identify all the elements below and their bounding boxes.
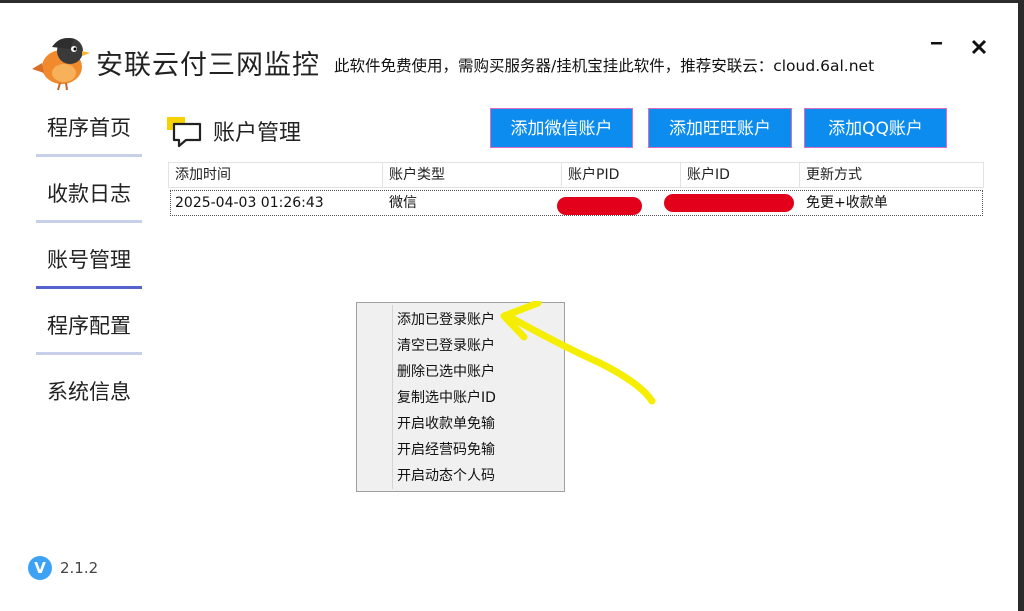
menu-gutter (392, 305, 393, 489)
chat-bubble-icon (167, 117, 202, 148)
sidebar-item-label: 程序配置 (47, 314, 131, 338)
sidebar-item-label: 账号管理 (47, 248, 131, 272)
add-wangwang-account-button[interactable]: 添加旺旺账户 (648, 108, 792, 148)
redaction-mark-pid (557, 197, 642, 215)
table-row[interactable]: 2025-04-03 01:26:43 微信 免更+收款单 (170, 190, 983, 216)
redaction-mark-id (664, 194, 794, 212)
cell-account-type: 微信 (389, 195, 417, 211)
column-header-account-pid[interactable]: 账户PID (562, 163, 681, 187)
sidebar-item-underline (36, 154, 142, 157)
sidebar-item-underline (36, 286, 142, 289)
menu-item-enable-receipt-no-input[interactable]: 开启收款单免输 (397, 412, 557, 436)
column-header-account-id[interactable]: 账户ID (681, 163, 800, 187)
version-badge-icon: V (28, 556, 52, 580)
sidebar-item-label: 收款日志 (47, 182, 131, 206)
cell-add-time: 2025-04-03 01:26:43 (175, 195, 324, 211)
sidebar-item-payment-log[interactable]: 收款日志 (36, 179, 142, 223)
sidebar-item-system-info[interactable]: 系统信息 (36, 377, 142, 421)
sidebar-item-label: 系统信息 (47, 380, 131, 404)
sidebar-item-home[interactable]: 程序首页 (36, 113, 142, 157)
page-title: 账户管理 (213, 121, 302, 146)
sidebar-item-program-config[interactable]: 程序配置 (36, 311, 142, 355)
version-number: 2.1.2 (60, 559, 99, 577)
table-header: 添加时间 账户类型 账户PID 账户ID 更新方式 (168, 162, 984, 188)
close-button[interactable] (964, 33, 994, 63)
app-tagline: 此软件免费使用，需购买服务器/挂机宝挂此软件，推荐安联云：cloud.6al.n… (334, 57, 875, 75)
bird-logo-icon (32, 38, 90, 91)
annotation-arrow-icon (500, 301, 656, 405)
column-header-update-method[interactable]: 更新方式 (800, 163, 983, 187)
sidebar-item-underline (36, 220, 142, 223)
menu-item-enable-dynamic-personal-code[interactable]: 开启动态个人码 (397, 464, 557, 488)
sidebar-item-account-management[interactable]: 账号管理 (36, 245, 142, 289)
add-wechat-account-button[interactable]: 添加微信账户 (490, 108, 633, 148)
app-title: 安联云付三网监控 (96, 50, 320, 81)
sidebar-item-underline (36, 352, 142, 355)
cell-update-method: 免更+收款单 (806, 195, 888, 211)
column-header-add-time[interactable]: 添加时间 (169, 163, 383, 187)
app-window: 安联云付三网监控 此软件免费使用，需购买服务器/挂机宝挂此软件，推荐安联云：cl… (0, 3, 1018, 611)
sidebar-item-label: 程序首页 (47, 116, 131, 140)
column-header-account-type[interactable]: 账户类型 (383, 163, 562, 187)
add-qq-account-button[interactable]: 添加QQ账户 (804, 108, 947, 148)
minimize-button[interactable] (922, 33, 952, 63)
menu-item-enable-business-code-no-input[interactable]: 开启经营码免输 (397, 438, 557, 462)
